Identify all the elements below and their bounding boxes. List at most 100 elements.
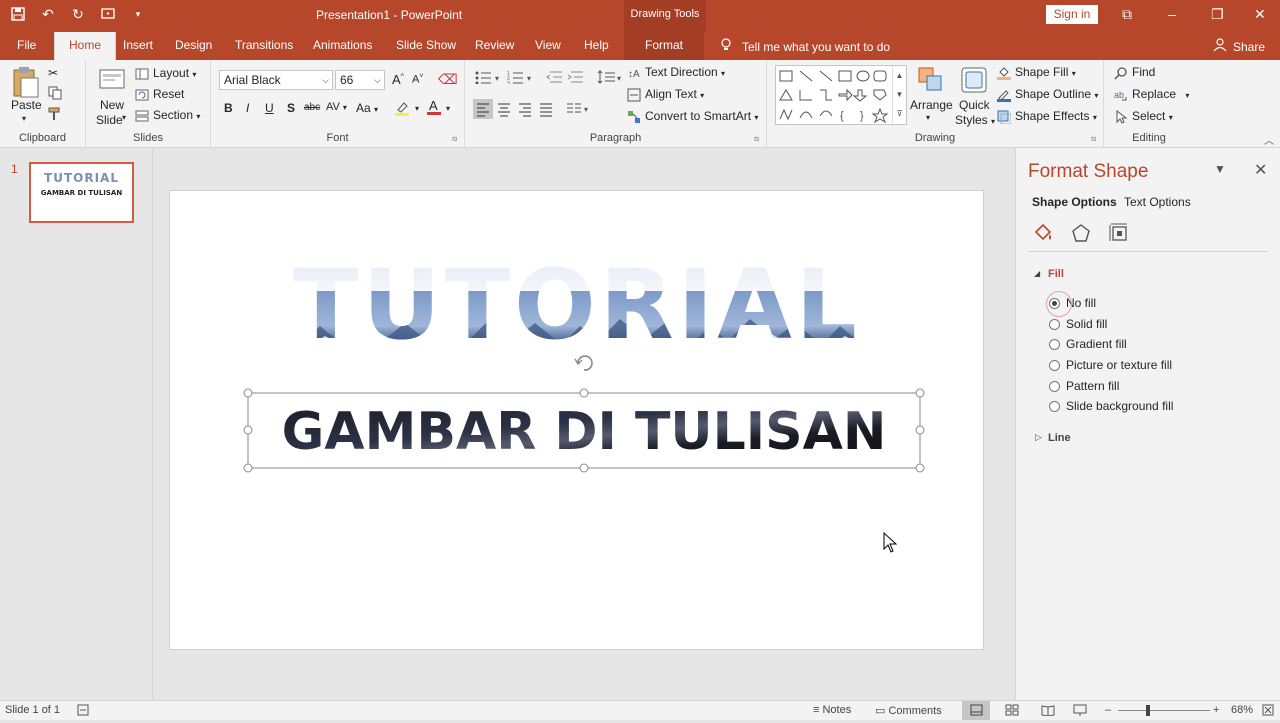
align-left-button[interactable] — [473, 99, 493, 119]
tell-me-box[interactable]: Tell me what you want to do — [720, 38, 890, 55]
gradient-fill-radio[interactable] — [1049, 338, 1060, 350]
copy-icon[interactable] — [48, 86, 62, 103]
align-center-button[interactable] — [494, 99, 514, 122]
redo-icon[interactable]: ↻ — [70, 6, 86, 22]
collapse-ribbon-icon[interactable]: ︿ — [1264, 132, 1274, 147]
fill-line-icon[interactable] — [1032, 222, 1054, 247]
arrange-icon[interactable] — [917, 66, 945, 97]
slide-background-fill-radio[interactable] — [1049, 400, 1060, 412]
fill-option-pattern-fill[interactable]: Pattern fill — [1049, 379, 1119, 393]
slide-sorter-view-button[interactable] — [1005, 704, 1019, 719]
slide-thumbnail[interactable]: TUTORIAL GAMBAR DI TULISAN — [29, 162, 134, 223]
paste-icon[interactable] — [10, 66, 40, 101]
arrange-button[interactable]: Arrange — [910, 98, 953, 112]
line-spacing-icon[interactable]: ▾ — [597, 70, 623, 87]
select-button[interactable]: Select ▾ — [1114, 109, 1173, 124]
align-right-button[interactable] — [515, 99, 535, 122]
zoom-slider-track[interactable] — [1118, 710, 1210, 711]
decrease-font-size-icon[interactable]: A˅ — [412, 73, 423, 86]
shape-fill-button[interactable]: Shape Fill ▾ — [997, 65, 1076, 80]
change-case-button[interactable]: Aa ▾ — [356, 101, 378, 115]
increase-indent-icon[interactable] — [567, 70, 583, 87]
tab-text-options[interactable]: Text Options — [1124, 195, 1191, 209]
layout-button[interactable]: Layout ▾ — [135, 66, 196, 81]
new-slide-button[interactable]: New — [100, 98, 124, 112]
reading-view-button[interactable] — [1041, 704, 1055, 719]
picture-fill-radio[interactable] — [1049, 359, 1060, 371]
slide-subtitle-text[interactable]: GAMBAR DI TULISAN — [282, 402, 887, 462]
tab-format[interactable]: Format — [624, 32, 705, 60]
quick-styles-icon[interactable] — [960, 66, 988, 97]
restore-button[interactable]: ❐ — [1211, 6, 1224, 23]
justify-button[interactable] — [536, 99, 556, 122]
pane-close-icon[interactable]: ✕ — [1254, 160, 1267, 180]
fill-option-gradient-fill[interactable]: Gradient fill — [1049, 337, 1127, 351]
quick-styles-label-2[interactable]: Styles ▾ — [955, 113, 995, 127]
effects-icon[interactable] — [1070, 222, 1092, 247]
find-button[interactable]: Find — [1114, 65, 1155, 80]
pattern-fill-radio[interactable] — [1049, 380, 1060, 392]
character-spacing-button[interactable]: AV ▾ — [326, 101, 347, 113]
text-direction-button[interactable]: ↕A Text Direction ▾ — [627, 65, 725, 80]
pane-options-chevron-icon[interactable]: ▼ — [1214, 162, 1226, 176]
text-shadow-button[interactable]: S — [287, 101, 295, 115]
columns-icon[interactable]: ▾ — [565, 101, 591, 120]
fill-option-slide-background-fill[interactable]: Slide background fill — [1049, 399, 1173, 413]
numbering-icon[interactable]: 1 2 3 ▾ — [507, 70, 535, 87]
tab-home[interactable]: Home — [54, 32, 117, 60]
highlight-dropdown-icon[interactable]: ▾ — [415, 104, 419, 113]
shape-effects-button[interactable]: Shape Effects ▾ — [997, 109, 1097, 125]
shape-outline-button[interactable]: Shape Outline ▾ — [997, 87, 1098, 102]
font-color-icon[interactable]: A — [426, 98, 442, 119]
shapes-gallery[interactable]: {} ▲ ▼ ⊽ — [775, 65, 907, 126]
save-icon[interactable] — [10, 6, 26, 22]
italic-button[interactable]: I — [246, 101, 249, 115]
close-button[interactable]: ✕ — [1254, 6, 1266, 23]
zoom-slider-thumb[interactable] — [1146, 705, 1150, 716]
convert-smartart-button[interactable]: Convert to SmartArt ▾ — [627, 109, 758, 124]
strikethrough-button[interactable]: abc — [304, 102, 320, 113]
drawing-dialog-launcher-icon[interactable]: ⧅ — [1091, 134, 1096, 144]
line-section-header[interactable]: Line — [1048, 432, 1071, 444]
tab-file[interactable]: File — [17, 32, 36, 60]
tab-transitions[interactable]: Transitions — [235, 32, 293, 60]
paste-button[interactable]: Paste — [11, 98, 42, 112]
replace-button[interactable]: ab Replace ▾ — [1114, 87, 1189, 102]
customize-qat-icon[interactable]: ▾ — [130, 6, 146, 22]
tab-design[interactable]: Design — [175, 32, 212, 60]
undo-icon[interactable]: ↶ — [40, 6, 56, 22]
new-slide-dropdown-icon[interactable]: ▾ — [122, 113, 126, 122]
tab-review[interactable]: Review — [475, 32, 514, 60]
normal-view-button[interactable] — [962, 701, 990, 720]
fill-section-header[interactable]: Fill — [1048, 268, 1064, 280]
solid-fill-radio[interactable] — [1049, 318, 1060, 330]
accessibility-icon[interactable] — [77, 704, 89, 719]
align-text-button[interactable]: Align Text ▾ — [627, 87, 704, 102]
paste-dropdown-icon[interactable]: ▾ — [22, 114, 26, 123]
bullets-icon[interactable]: ▾ — [475, 70, 503, 87]
cut-icon[interactable]: ✂ — [48, 66, 58, 80]
comments-button[interactable]: ▭ Comments — [875, 704, 942, 717]
gallery-scroll[interactable]: ▲ ▼ ⊽ — [892, 66, 906, 126]
slide-canvas[interactable]: TUTORIAL GAMBAR DI TULISAN — [169, 190, 984, 650]
line-expand-icon[interactable]: ▷ — [1035, 432, 1042, 443]
minimize-button[interactable]: – — [1168, 6, 1176, 22]
fill-option-picture-fill[interactable]: Picture or texture fill — [1049, 358, 1172, 372]
new-slide-icon[interactable] — [98, 66, 126, 97]
size-properties-icon[interactable] — [1108, 222, 1130, 247]
fill-option-solid-fill[interactable]: Solid fill — [1049, 317, 1107, 331]
quick-styles-button[interactable]: Quick — [959, 98, 990, 112]
fit-slide-button[interactable] — [1262, 704, 1274, 719]
tab-slide-show[interactable]: Slide Show — [396, 32, 456, 60]
zoom-in-button[interactable]: + — [1213, 704, 1219, 716]
font-size-dropdown[interactable]: 66 ⌵ — [335, 70, 385, 90]
zoom-level[interactable]: 68% — [1231, 704, 1253, 716]
increase-font-size-icon[interactable]: A^ — [392, 72, 404, 87]
slide-title-text[interactable]: TUTORIAL — [293, 249, 861, 361]
clear-formatting-icon[interactable]: ⌫ — [438, 71, 458, 88]
arrange-dropdown-icon[interactable]: ▾ — [926, 113, 930, 122]
zoom-out-button[interactable]: – — [1105, 704, 1111, 716]
tab-help[interactable]: Help — [584, 32, 609, 60]
font-name-dropdown[interactable]: Arial Black ⌵ — [219, 70, 333, 90]
ribbon-display-options-icon[interactable]: ⧉ — [1122, 6, 1132, 23]
